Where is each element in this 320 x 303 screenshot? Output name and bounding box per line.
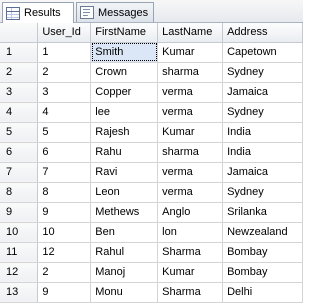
cell-user-id[interactable]: 3 [37, 82, 92, 103]
cell-lastname[interactable]: Sharma [157, 282, 224, 303]
row-number[interactable]: 7 [0, 162, 39, 183]
cell-address[interactable]: Capetown [222, 42, 303, 63]
column-header-address[interactable]: Address [222, 23, 303, 43]
table-row[interactable]: 6 6 Rahu sharma India [0, 142, 303, 163]
row-number[interactable]: 9 [0, 202, 39, 223]
cell-firstname[interactable]: Rajesh [90, 122, 159, 143]
row-number[interactable]: 4 [0, 102, 39, 123]
results-grid: User_Id FirstName LastName Address 1 1 Smi… [0, 23, 303, 303]
cell-firstname[interactable]: lee [90, 102, 159, 123]
row-number[interactable]: 6 [0, 142, 39, 163]
cell-address[interactable]: Newzealand [222, 222, 303, 243]
cell-lastname[interactable]: Kumar [157, 122, 224, 143]
column-header-user-id[interactable]: User_Id [37, 23, 92, 43]
header-row: User_Id FirstName LastName Address [0, 23, 303, 43]
cell-lastname[interactable]: verma [157, 182, 224, 203]
cell-firstname[interactable]: Ravi [90, 162, 159, 183]
corner-cell[interactable] [0, 23, 39, 43]
cell-firstname[interactable]: Ben [90, 222, 159, 243]
table-row[interactable]: 2 2 Crown sharma Sydney [0, 62, 303, 83]
cell-lastname[interactable]: verma [157, 162, 224, 183]
cell-lastname[interactable]: sharma [157, 62, 224, 83]
grid-icon [6, 6, 20, 20]
cell-lastname[interactable]: Kumar [157, 42, 224, 63]
cell-user-id[interactable]: 4 [37, 102, 92, 123]
cell-lastname[interactable]: sharma [157, 142, 224, 163]
cell-lastname[interactable]: verma [157, 82, 224, 103]
cell-address[interactable]: Sydney [222, 62, 303, 83]
tab-messages[interactable]: Messages [76, 2, 154, 22]
row-number[interactable]: 5 [0, 122, 39, 143]
cell-address[interactable]: Sydney [222, 102, 303, 123]
table-row[interactable]: 9 9 Methews Anglo Srilanka [0, 202, 303, 223]
cell-lastname[interactable]: verma [157, 102, 224, 123]
table-row[interactable]: 3 3 Copper verma Jamaica [0, 82, 303, 103]
cell-firstname[interactable]: Leon [90, 182, 159, 203]
cell-user-id[interactable]: 9 [37, 282, 92, 303]
row-number[interactable]: 3 [0, 82, 39, 103]
tab-results[interactable]: Results [2, 2, 74, 23]
cell-address[interactable]: Srilanka [222, 202, 303, 223]
cell-user-id[interactable]: 7 [37, 162, 92, 183]
table-row[interactable]: 5 5 Rajesh Kumar India [0, 122, 303, 143]
cell-address[interactable]: Sydney [222, 182, 303, 203]
row-number[interactable]: 10 [0, 222, 39, 243]
cell-lastname[interactable]: lon [157, 222, 224, 243]
cell-user-id[interactable]: 12 [37, 242, 92, 263]
column-header-lastname[interactable]: LastName [157, 23, 224, 43]
cell-user-id[interactable]: 8 [37, 182, 92, 203]
results-tab-bar: Results Messages [0, 0, 303, 23]
cell-firstname[interactable]: Copper [90, 82, 159, 103]
row-number[interactable]: 12 [0, 262, 39, 283]
cell-address[interactable]: India [222, 122, 303, 143]
row-number[interactable]: 8 [0, 182, 39, 203]
cell-address[interactable]: Bombay [222, 242, 303, 263]
row-number[interactable]: 1 [0, 42, 39, 63]
table-row[interactable]: 8 8 Leon verma Sydney [0, 182, 303, 203]
cell-address[interactable]: Delhi [222, 282, 303, 303]
cell-lastname[interactable]: Kumar [157, 262, 224, 283]
cell-address[interactable]: Jamaica [222, 162, 303, 183]
table-row[interactable]: 4 4 lee verma Sydney [0, 102, 303, 123]
cell-address[interactable]: Bombay [222, 262, 303, 283]
messages-icon [80, 6, 94, 19]
cell-address[interactable]: Jamaica [222, 82, 303, 103]
table-row[interactable]: 13 9 Monu Sharma Delhi [0, 282, 303, 303]
row-number[interactable]: 2 [0, 62, 39, 83]
column-header-firstname[interactable]: FirstName [90, 23, 159, 43]
cell-user-id[interactable]: 10 [37, 222, 92, 243]
cell-firstname[interactable]: Rahul [90, 242, 159, 263]
cell-user-id[interactable]: 6 [37, 142, 92, 163]
cell-user-id[interactable]: 2 [37, 62, 92, 83]
cell-firstname[interactable]: Manoj [90, 262, 159, 283]
row-number[interactable]: 13 [0, 282, 39, 303]
cell-user-id[interactable]: 5 [37, 122, 92, 143]
cell-firstname[interactable]: Methews [90, 202, 159, 223]
table-row[interactable]: 1 1 Smith Kumar Capetown [0, 42, 303, 63]
table-row[interactable]: 11 12 Rahul Sharma Bombay [0, 242, 303, 263]
cell-lastname[interactable]: Anglo [157, 202, 224, 223]
cell-firstname[interactable]: Monu [90, 282, 159, 303]
tab-messages-label: Messages [98, 6, 149, 19]
cell-user-id[interactable]: 2 [37, 262, 92, 283]
cell-lastname[interactable]: Sharma [157, 242, 224, 263]
table-row[interactable]: 7 7 Ravi verma Jamaica [0, 162, 303, 183]
cell-address[interactable]: India [222, 142, 303, 163]
cell-firstname[interactable]: Rahu [90, 142, 159, 163]
tab-results-label: Results [24, 7, 61, 19]
cell-firstname[interactable]: Crown [90, 62, 159, 83]
cell-user-id[interactable]: 1 [37, 42, 92, 63]
cell-user-id[interactable]: 9 [37, 202, 92, 223]
table-row[interactable]: 10 10 Ben lon Newzealand [0, 222, 303, 243]
row-number[interactable]: 11 [0, 242, 39, 263]
table-row[interactable]: 12 2 Manoj Kumar Bombay [0, 262, 303, 283]
cell-firstname[interactable]: Smith [90, 42, 159, 63]
